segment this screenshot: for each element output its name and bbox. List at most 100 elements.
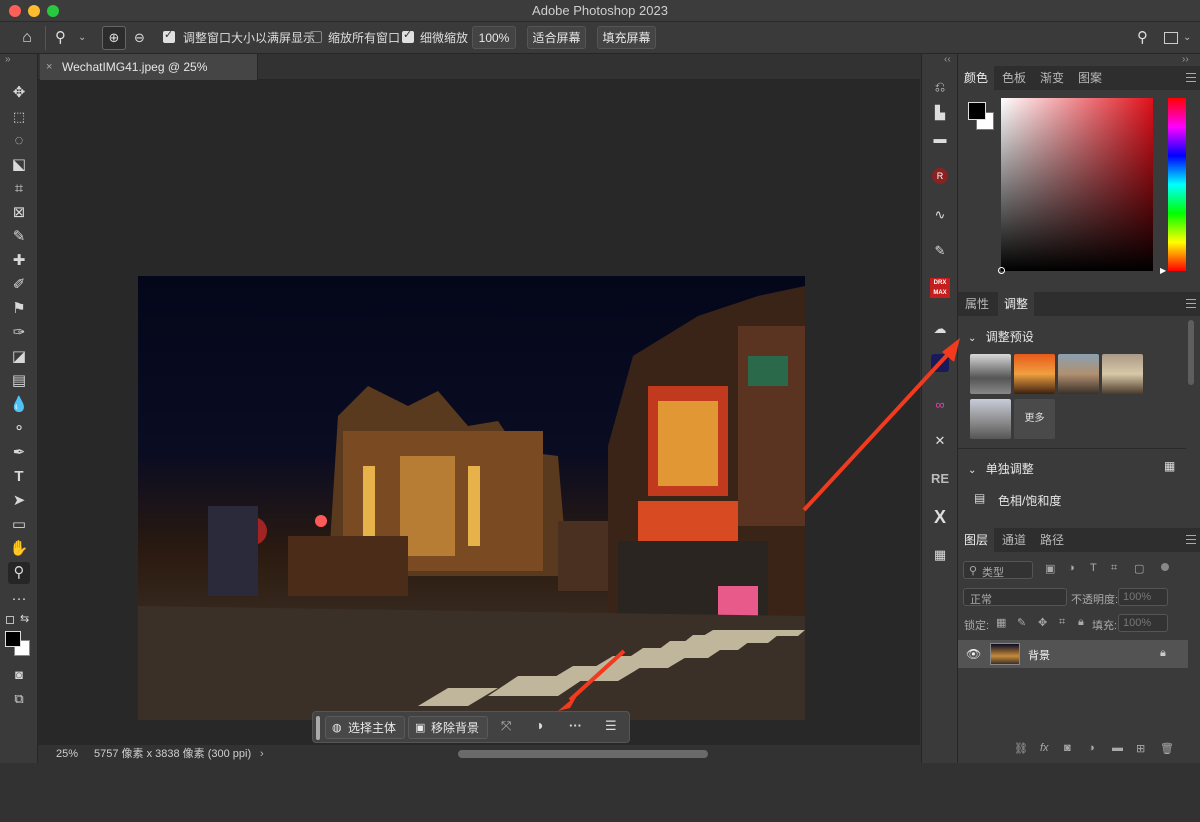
chevron-down-icon[interactable]: ⌄ <box>1183 26 1191 50</box>
lock-artboard-icon[interactable]: ⌗ <box>1059 616 1065 629</box>
rectangle-tool-icon[interactable]: ▭ <box>8 514 30 536</box>
move-tool-icon[interactable]: ✥ <box>8 82 30 104</box>
zoom-out-icon[interactable]: ⊖ <box>134 26 145 50</box>
preset-thumbnail[interactable] <box>970 354 1011 394</box>
panel-menu-icon[interactable] <box>1186 535 1196 544</box>
plugin-icon[interactable]: ▙ <box>929 102 951 124</box>
more-tools-icon[interactable]: ··· <box>8 588 30 610</box>
lock-all-icon[interactable]: 🔒︎ <box>1078 616 1084 629</box>
hand-tool-icon[interactable]: ✋ <box>8 538 30 560</box>
quick-mask-icon[interactable]: ◙ <box>8 664 30 686</box>
color-picker-handle[interactable] <box>998 267 1005 274</box>
zoom-level[interactable]: 25% <box>56 745 78 763</box>
hue-slider[interactable]: ▶ <box>1160 98 1186 275</box>
zoom-tool-icon[interactable]: ⚲ <box>55 26 66 50</box>
eyedropper-tool-icon[interactable]: ✎ <box>8 226 30 248</box>
crop-tool-icon[interactable]: ⌗ <box>8 178 30 200</box>
lock-position-icon[interactable]: ✥ <box>1038 616 1047 629</box>
gradient-tool-icon[interactable]: ▤ <box>8 370 30 392</box>
zoom-in-icon[interactable]: ⊕ <box>102 26 126 50</box>
settings-sliders-icon[interactable]: ☰ <box>605 718 617 734</box>
transform-icon[interactable]: ⤧ <box>501 718 511 734</box>
color-field[interactable] <box>998 98 1153 274</box>
fill-screen-button[interactable]: 填充屏幕 <box>597 26 656 49</box>
fill-field[interactable]: 100% <box>1118 614 1168 632</box>
hue-slider-handle[interactable]: ▶ <box>1160 266 1166 275</box>
adjustment-presets-header[interactable]: ⌄ 调整预设 <box>968 328 1034 345</box>
panel-menu-icon[interactable] <box>1186 299 1196 308</box>
zoom-all-windows-checkbox[interactable] <box>310 31 322 43</box>
foreground-color-swatch[interactable] <box>968 102 986 120</box>
type-tool-icon[interactable]: T <box>8 466 30 488</box>
tab-gradients[interactable]: 渐变 <box>1034 66 1070 90</box>
remove-background-button[interactable]: ▣ 移除背景 <box>408 716 488 739</box>
filter-adjustment-icon[interactable]: ◑ <box>1068 562 1075 574</box>
dodge-tool-icon[interactable]: ⚬ <box>8 418 30 440</box>
edit-icon[interactable]: ✎ <box>929 240 951 262</box>
filter-smart-icon[interactable]: ▢ <box>1134 562 1144 575</box>
tab-layers[interactable]: 图层 <box>958 528 994 552</box>
eraser-tool-icon[interactable]: ◪ <box>8 346 30 368</box>
healing-brush-tool-icon[interactable]: ✚ <box>8 250 30 272</box>
search-icon[interactable]: ⚲ <box>1137 26 1148 50</box>
more-presets-button[interactable]: 更多 <box>1014 399 1055 439</box>
layer-name[interactable]: 背景 <box>1028 647 1050 663</box>
lasso-tool-icon[interactable]: ◌ <box>8 130 30 152</box>
panel-scroll-thumb[interactable] <box>1188 320 1194 385</box>
lock-pixels-icon[interactable]: ▦ <box>996 616 1006 629</box>
document-photo[interactable] <box>138 276 805 720</box>
add-mask-icon[interactable]: ◙ <box>1064 742 1071 754</box>
preset-thumbnail[interactable] <box>1102 354 1143 394</box>
comment-icon[interactable]: ▬ <box>929 128 951 150</box>
tab-swatches[interactable]: 色板 <box>996 66 1032 90</box>
screen-mode-icon[interactable]: ⧉ <box>8 688 30 710</box>
lock-paint-icon[interactable]: ✎ <box>1017 616 1026 629</box>
frame-tool-icon[interactable]: ⊠ <box>8 202 30 224</box>
new-layer-icon[interactable]: ⊞ <box>1136 742 1145 755</box>
tab-patterns[interactable]: 图案 <box>1072 66 1108 90</box>
filter-shape-icon[interactable]: ⌗ <box>1111 562 1117 575</box>
chevron-down-icon[interactable]: ⌄ <box>78 26 86 50</box>
preset-thumbnail[interactable] <box>1058 354 1099 394</box>
single-adjustments-header[interactable]: ⌄ 单独调整 <box>968 460 1034 477</box>
canvas-area[interactable] <box>38 80 952 745</box>
swap-colors-icon[interactable]: ⇆ <box>20 612 29 625</box>
extension-r-icon[interactable]: R <box>929 164 951 186</box>
fit-screen-button[interactable]: 适合屏幕 <box>527 26 586 49</box>
panel-menu-icon[interactable] <box>1186 73 1196 82</box>
layer-filter-kind[interactable]: ⚲ 类型 <box>963 561 1033 579</box>
document-tab[interactable]: × WechatIMG41.jpeg @ 25%(RGB/16) <box>40 54 258 100</box>
preset-thumbnail[interactable] <box>970 399 1011 439</box>
object-selection-tool-icon[interactable]: ⬕ <box>8 154 30 176</box>
link-layers-icon[interactable]: ⛓ <box>1014 742 1028 755</box>
minimize-window-button[interactable] <box>28 5 40 17</box>
brush-tool-icon[interactable]: ✐ <box>8 274 30 296</box>
clone-stamp-tool-icon[interactable]: ⚑ <box>8 298 30 320</box>
zoom-tool-icon[interactable]: ⚲ <box>8 562 30 584</box>
chevron-right-icon[interactable]: › <box>260 745 264 763</box>
marquee-tool-icon[interactable]: ⬚ <box>8 106 30 128</box>
blur-tool-icon[interactable]: 💧 <box>8 394 30 416</box>
home-icon[interactable]: ⌂ <box>16 26 38 50</box>
workspace-icon[interactable] <box>1164 32 1178 44</box>
zoom-percent-field[interactable]: 100% <box>472 26 516 49</box>
filter-type-icon[interactable]: T <box>1090 562 1097 574</box>
adjustment-icon[interactable]: ◑ <box>535 717 543 733</box>
pen-tool-icon[interactable]: ✒ <box>8 442 30 464</box>
curve-icon[interactable]: ∿ <box>929 204 951 226</box>
filter-toggle-icon[interactable] <box>1161 563 1169 571</box>
maximize-window-button[interactable] <box>47 5 59 17</box>
tab-color[interactable]: 颜色 <box>958 66 994 90</box>
fx-icon[interactable]: fx <box>1040 742 1049 754</box>
new-group-icon[interactable]: ▬ <box>1112 742 1123 754</box>
tab-adjustments[interactable]: 调整 <box>998 292 1034 316</box>
grid-view-icon[interactable]: ▦ <box>1164 459 1175 473</box>
delete-layer-icon[interactable]: 🗑︎ <box>1160 742 1174 755</box>
collapse-toolbar-icon[interactable]: » <box>5 54 11 65</box>
hue-saturation-item[interactable]: 色相/饱和度 <box>998 492 1061 509</box>
horizontal-scroll-thumb[interactable] <box>458 750 708 758</box>
close-tab-icon[interactable]: × <box>46 54 52 80</box>
collapse-panels-icon[interactable]: ›› <box>1182 54 1189 65</box>
opacity-field[interactable]: 100% <box>1118 588 1168 606</box>
new-adjustment-icon[interactable]: ◑ <box>1088 742 1095 754</box>
